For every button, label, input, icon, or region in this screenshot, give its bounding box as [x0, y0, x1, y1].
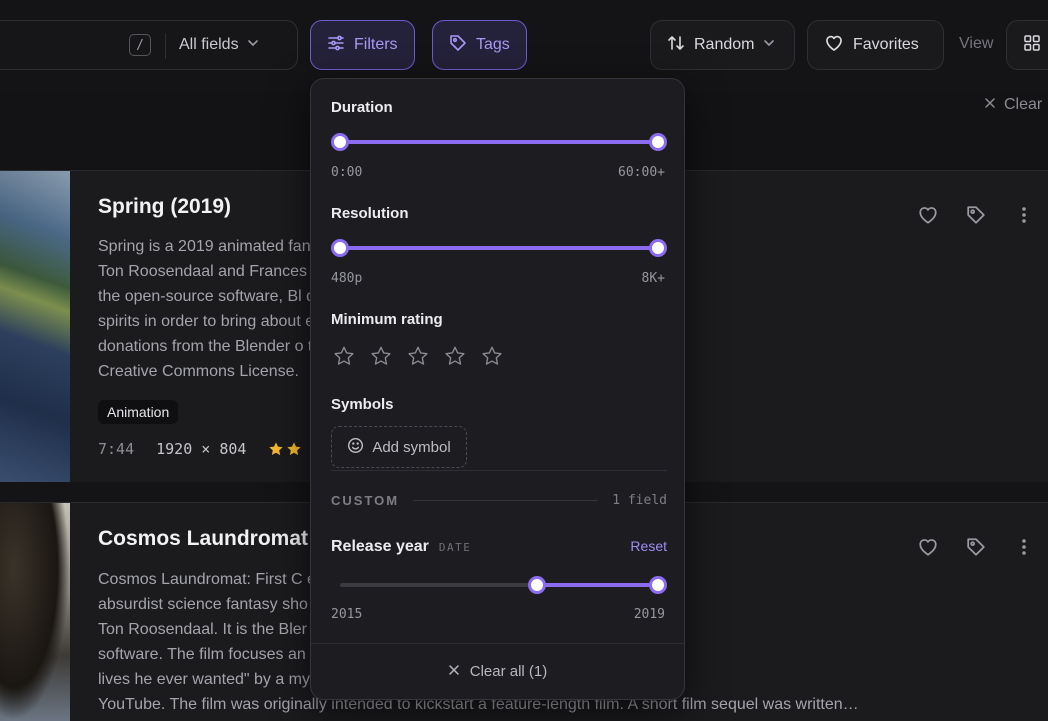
- video-title[interactable]: Cosmos Laundromat: [98, 527, 308, 551]
- add-symbol-label: Add symbol: [372, 438, 451, 456]
- release-year-slider[interactable]: [331, 575, 667, 595]
- tags-button[interactable]: Tags: [432, 20, 527, 70]
- slider-min-handle[interactable]: [331, 133, 349, 151]
- add-symbol-button[interactable]: Add symbol: [331, 426, 467, 468]
- more-vertical-icon[interactable]: [1010, 201, 1038, 229]
- search-shortcut-key: /: [129, 34, 151, 56]
- slider-fill: [340, 140, 658, 144]
- rating-title: Minimum rating: [331, 311, 443, 328]
- divider: [413, 500, 599, 501]
- slider-max-handle[interactable]: [649, 239, 667, 257]
- slider-fill: [537, 583, 658, 587]
- tags-label: Tags: [476, 36, 510, 53]
- custom-field-count: 1 field: [612, 493, 667, 508]
- release-year-header: Release year DATE Reset: [331, 538, 667, 556]
- star-icon[interactable]: [444, 345, 466, 367]
- symbols-title: Symbols: [331, 396, 394, 413]
- heart-icon: [824, 34, 844, 57]
- custom-section-header: CUSTOM 1 field: [331, 493, 667, 508]
- card-actions: [914, 201, 1038, 229]
- slider-max-handle[interactable]: [649, 133, 667, 151]
- video-title[interactable]: Spring (2019): [98, 195, 231, 219]
- video-meta: 7:44 1920 × 804: [98, 440, 302, 458]
- star-icon[interactable]: [370, 345, 392, 367]
- duration-title: Duration: [331, 99, 393, 116]
- search-input[interactable]: / All fields: [0, 20, 298, 70]
- sort-dropdown[interactable]: Random: [650, 20, 795, 70]
- duration-max-label: 60:00+: [618, 165, 665, 180]
- reset-button[interactable]: Reset: [630, 538, 667, 554]
- more-vertical-icon[interactable]: [1010, 533, 1038, 561]
- filters-label: Filters: [354, 36, 398, 53]
- star-icon: [269, 442, 284, 456]
- favorite-heart-icon[interactable]: [914, 201, 942, 229]
- resolution-min-label: 480p: [331, 271, 363, 286]
- tag-icon[interactable]: [962, 201, 990, 229]
- toolbar: / All fields Filters Tags Random Favorit…: [0, 0, 1048, 90]
- filters-popover: Duration 0:00 60:00+ Resolution 480p 8K+…: [310, 78, 685, 700]
- sort-arrows-icon: [667, 34, 685, 57]
- tag-icon[interactable]: [962, 533, 990, 561]
- video-resolution: 1920 × 804: [156, 440, 247, 458]
- slider-min-handle[interactable]: [528, 576, 547, 594]
- sliders-icon: [327, 34, 345, 57]
- favorite-heart-icon[interactable]: [914, 533, 942, 561]
- sort-label: Random: [694, 36, 755, 53]
- close-icon: [984, 96, 996, 114]
- favorites-label: Favorites: [853, 36, 919, 53]
- grid-icon: [1023, 34, 1041, 57]
- star-icon: [287, 442, 302, 456]
- fields-dropdown[interactable]: All fields: [179, 21, 259, 69]
- star-icon[interactable]: [333, 345, 355, 367]
- resolution-max-label: 8K+: [641, 271, 665, 286]
- duration-min-label: 0:00: [331, 165, 363, 180]
- release-year-min-label: 2015: [331, 607, 363, 622]
- custom-label: CUSTOM: [331, 493, 400, 508]
- divider: [331, 470, 667, 471]
- search-divider: [165, 33, 166, 59]
- fields-dropdown-label: All fields: [179, 36, 239, 53]
- resolution-title: Resolution: [331, 205, 409, 222]
- tag-icon: [449, 34, 467, 57]
- card-actions: [914, 533, 1038, 561]
- release-year-title: Release year: [331, 538, 429, 555]
- rating-stars: [333, 345, 503, 367]
- video-thumbnail[interactable]: [0, 503, 70, 721]
- slider-max-handle[interactable]: [649, 576, 667, 594]
- duration-slider[interactable]: [331, 132, 667, 152]
- resolution-slider[interactable]: [331, 238, 667, 258]
- release-year-max-label: 2019: [633, 607, 665, 622]
- grid-view-button[interactable]: [1006, 20, 1048, 70]
- video-thumbnail[interactable]: [0, 171, 70, 482]
- clear-all-label: Clear all (1): [469, 663, 548, 680]
- close-icon: [448, 663, 460, 680]
- chevron-down-icon: [763, 36, 775, 54]
- filters-button[interactable]: Filters: [310, 20, 415, 70]
- release-year-type: DATE: [438, 541, 472, 554]
- slider-fill: [340, 246, 658, 250]
- clear-filters-button[interactable]: Clear: [984, 96, 1042, 114]
- clear-all-button[interactable]: Clear all (1): [311, 643, 684, 699]
- star-icon[interactable]: [481, 345, 503, 367]
- view-label: View: [959, 35, 994, 52]
- clear-label: Clear: [1004, 96, 1043, 113]
- favorites-button[interactable]: Favorites: [807, 20, 944, 70]
- video-duration: 7:44: [98, 440, 135, 458]
- tag-badge[interactable]: Animation: [98, 400, 179, 424]
- smiley-icon: [347, 437, 364, 458]
- star-icon[interactable]: [407, 345, 429, 367]
- chevron-down-icon: [247, 36, 259, 54]
- slider-min-handle[interactable]: [331, 239, 349, 257]
- video-rating: [268, 441, 302, 457]
